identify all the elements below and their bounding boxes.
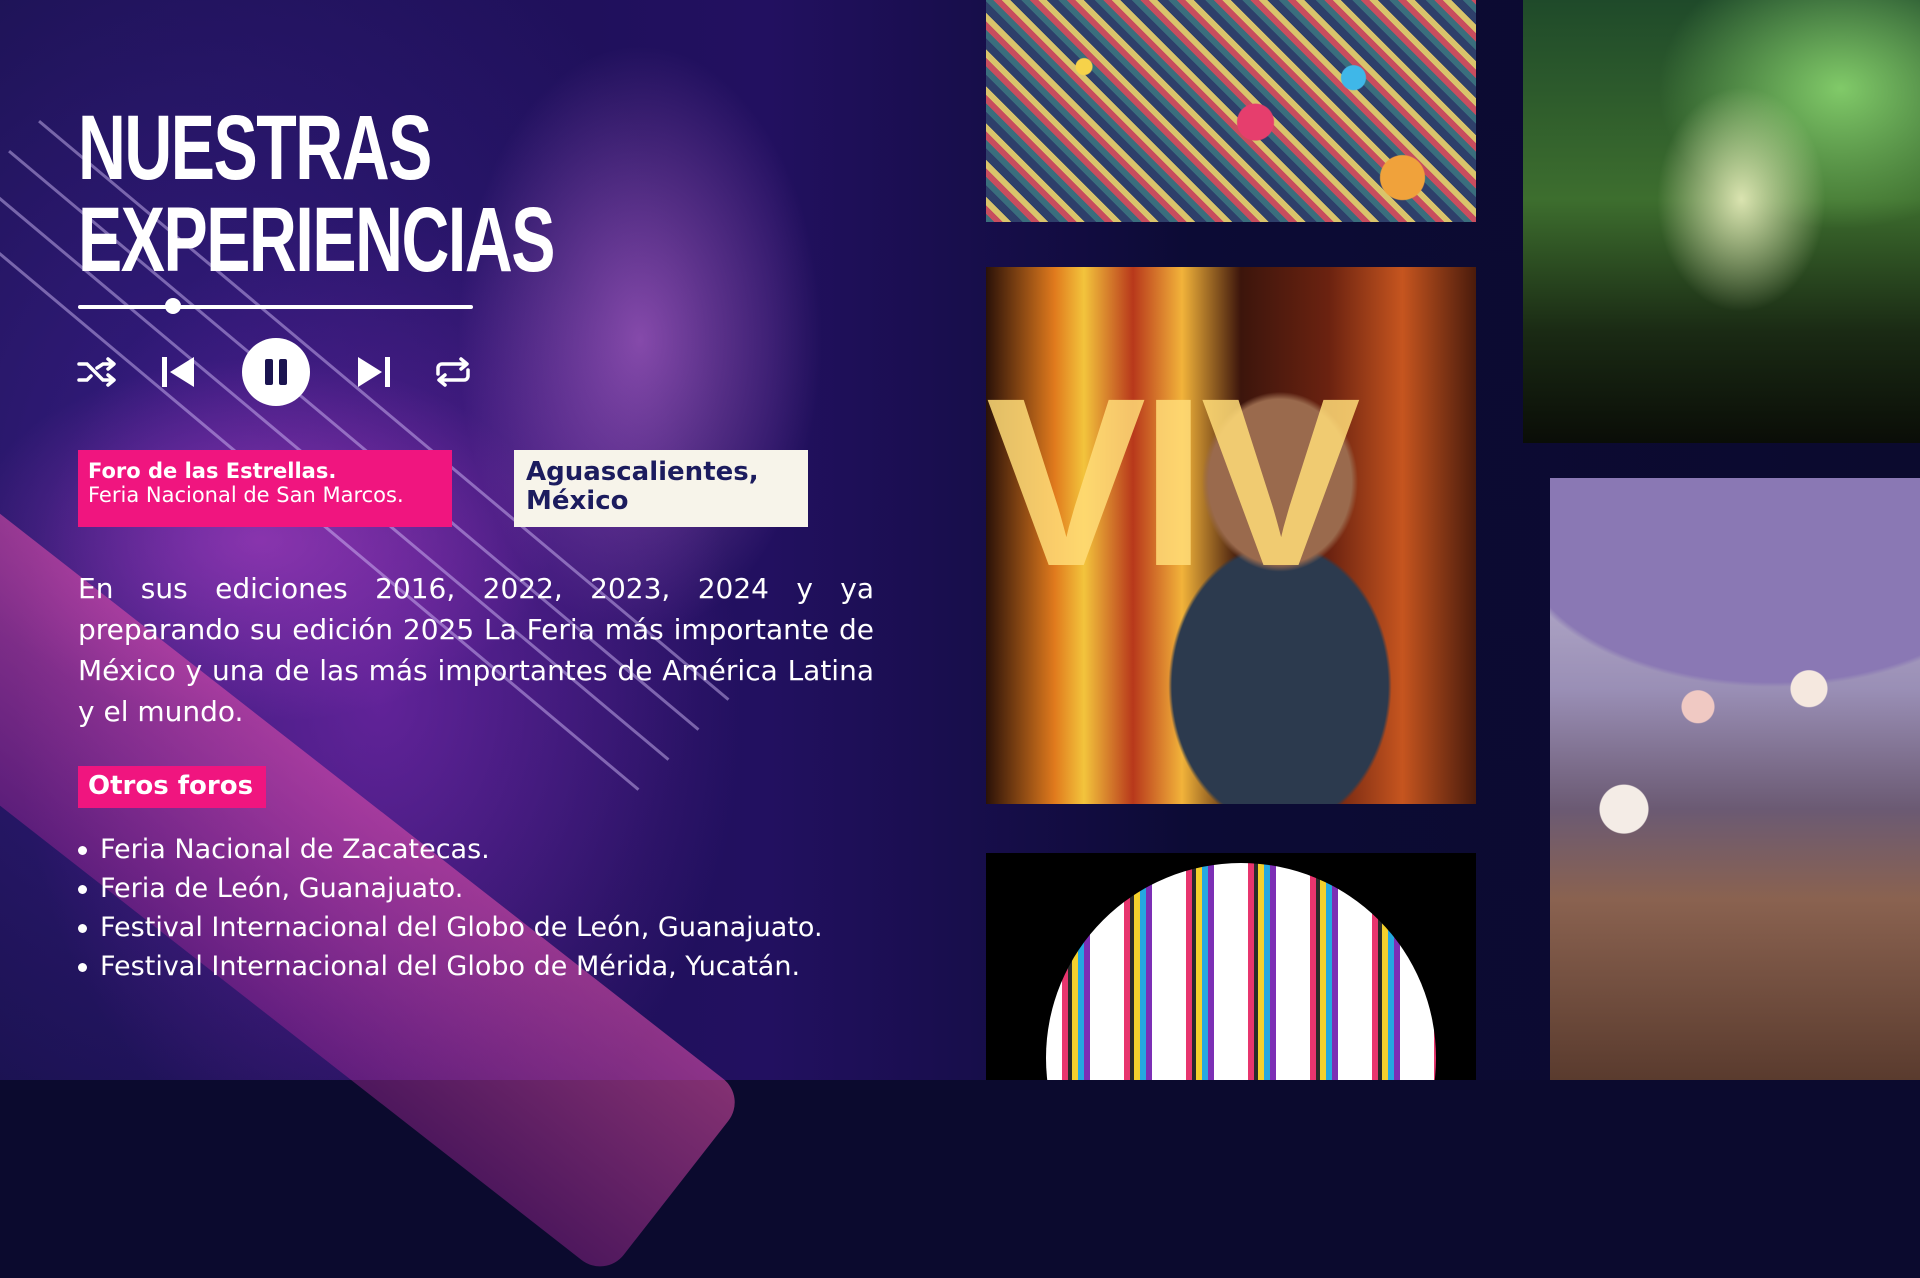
previous-icon (162, 357, 194, 387)
title-text: NUESTRAS EXPERIENCIAS (78, 97, 555, 291)
concert-stage-photo (1523, 0, 1920, 443)
hot-air-balloon-photo (986, 853, 1476, 1080)
singer-concert-photo: VIV (986, 267, 1476, 804)
shuffle-icon (77, 357, 116, 387)
progress-knob[interactable] (164, 298, 181, 314)
repeat-button[interactable] (430, 352, 476, 392)
repeat-icon (436, 357, 470, 387)
other-forums-heading: Otros foros (78, 766, 266, 808)
next-icon (358, 357, 390, 387)
list-item: Feria Nacional de Zacatecas. (78, 830, 823, 869)
location-tag: Aguascalientes, México (514, 450, 808, 527)
next-button[interactable] (352, 352, 396, 392)
description-paragraph: En sus ediciones 2016, 2022, 2023, 2024 … (78, 572, 874, 728)
page-title: NUESTRAS EXPERIENCIAS (78, 97, 555, 291)
location-text: Aguascalientes, México (526, 457, 759, 516)
other-forums-list: Feria Nacional de Zacatecas. Feria de Le… (78, 830, 823, 986)
pause-icon (265, 359, 287, 385)
pause-button[interactable] (242, 338, 310, 406)
venue-event: Feria Nacional de San Marcos. (88, 483, 404, 507)
venue-crowd-photo (1550, 478, 1920, 1080)
stage-backdrop-lettering: VIV (986, 348, 1361, 616)
progress-track[interactable] (78, 305, 473, 309)
venue-name: Foro de las Estrellas. (88, 459, 337, 483)
list-item: Festival Internacional del Globo de Méri… (78, 947, 823, 986)
venue-tag: Foro de las Estrellas. Feria Nacional de… (78, 450, 452, 527)
fair-aerial-photo (986, 0, 1476, 222)
balloon-shape (1046, 863, 1436, 1080)
previous-button[interactable] (156, 352, 200, 392)
shuffle-button[interactable] (74, 352, 120, 392)
list-item: Festival Internacional del Globo de León… (78, 908, 823, 947)
list-item: Feria de León, Guanajuato. (78, 869, 823, 908)
